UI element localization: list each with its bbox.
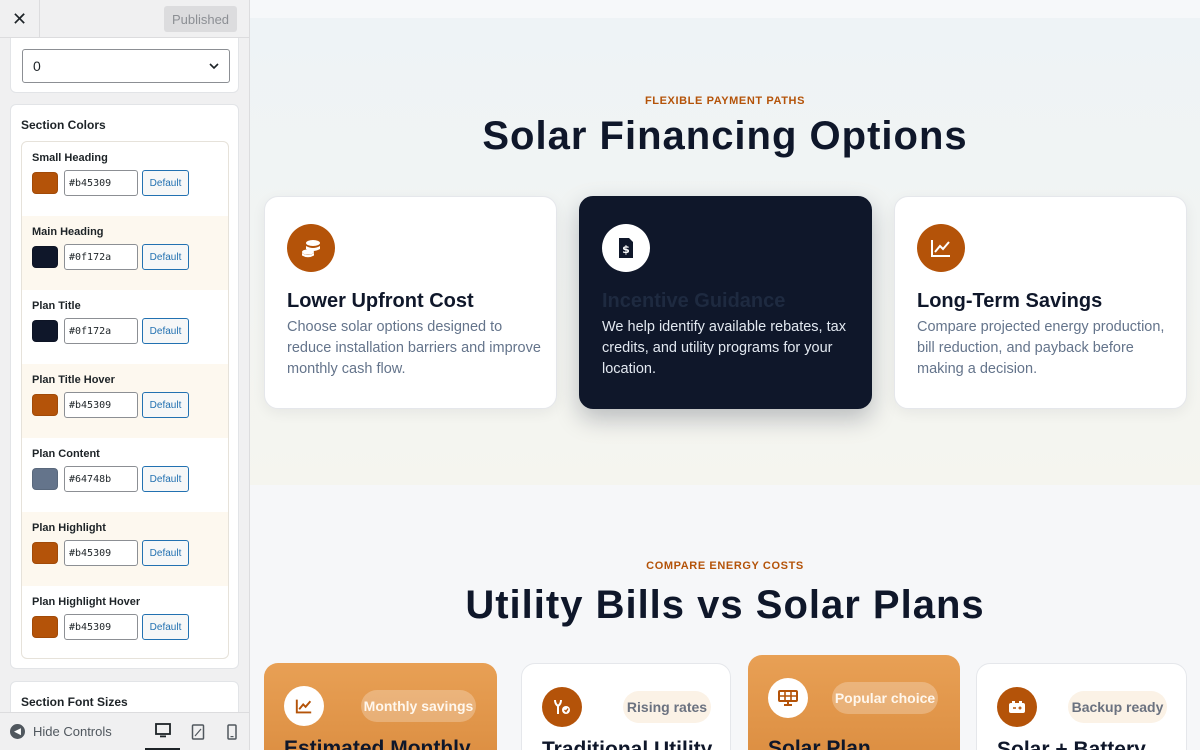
section-colors-title: Section Colors bbox=[21, 118, 106, 132]
feature-card-lower-upfront-cost[interactable]: Lower Upfront Cost Choose solar options … bbox=[264, 196, 557, 409]
hex-input[interactable]: #b45309 bbox=[64, 392, 138, 418]
color-label: Plan Highlight bbox=[32, 522, 106, 534]
sidebar-footer: ◀ Hide Controls bbox=[0, 712, 249, 750]
plan-title: Traditional Utility bbox=[542, 738, 713, 750]
mobile-preview-button[interactable] bbox=[214, 713, 249, 750]
hex-input[interactable]: #64748b bbox=[64, 466, 138, 492]
trend-chart-icon bbox=[917, 224, 965, 272]
small-heading: FLEXIBLE PAYMENT PATHS bbox=[644, 95, 806, 107]
main-heading: Solar Financing Options bbox=[482, 114, 968, 158]
coins-icon bbox=[287, 224, 335, 272]
plan-card-solar-plan[interactable]: Popular choice Solar Plan bbox=[748, 655, 960, 750]
plan-badge: Monthly savings bbox=[361, 690, 476, 722]
hide-controls-button[interactable]: ◀ Hide Controls bbox=[10, 724, 112, 739]
color-swatch[interactable] bbox=[32, 616, 58, 638]
tablet-icon bbox=[191, 724, 204, 740]
sidebar-header: ✕ Published bbox=[0, 0, 249, 38]
color-swatch[interactable] bbox=[32, 468, 58, 490]
plan-badge: Backup ready bbox=[1068, 691, 1167, 723]
published-button[interactable]: Published bbox=[164, 6, 237, 32]
plan-title: Estimated Monthly bbox=[284, 737, 471, 750]
select-value: 0 bbox=[33, 58, 41, 74]
plan-title: Lower Upfront Cost bbox=[287, 290, 474, 312]
plan-card-estimated-monthly[interactable]: Monthly savings Estimated Monthly bbox=[264, 663, 497, 750]
default-button[interactable]: Default bbox=[142, 614, 189, 640]
plan-title: Incentive Guidance bbox=[602, 290, 786, 312]
hex-input[interactable]: #0f172a bbox=[64, 318, 138, 344]
chevron-down-icon bbox=[209, 63, 219, 70]
section-colors-card: Section Colors Small Heading #b45309 Def… bbox=[10, 104, 239, 669]
plan-title: Solar + Battery bbox=[997, 738, 1146, 750]
plan-badge: Rising rates bbox=[623, 691, 711, 723]
solar-panel-icon bbox=[768, 678, 808, 718]
color-label: Main Heading bbox=[32, 226, 104, 238]
default-button[interactable]: Default bbox=[142, 392, 189, 418]
plan-title: Long-Term Savings bbox=[917, 290, 1103, 312]
color-settings-list: Small Heading #b45309 Default Main Headi… bbox=[21, 141, 229, 659]
plan-card-traditional-utility[interactable]: Rising rates Traditional Utility bbox=[521, 663, 731, 750]
desktop-icon bbox=[154, 723, 171, 738]
plan-card-solar-battery[interactable]: Backup ready Solar + Battery bbox=[976, 663, 1187, 750]
color-swatch[interactable] bbox=[32, 542, 58, 564]
color-row-plan-highlight-hover: Plan Highlight Hover #b45309 Default bbox=[22, 586, 228, 658]
hex-input[interactable]: #b45309 bbox=[64, 170, 138, 196]
color-row-small-heading: Small Heading #b45309 Default bbox=[22, 142, 228, 216]
main-heading: Utility Bills vs Solar Plans bbox=[465, 583, 985, 627]
quantity-select[interactable]: 0 bbox=[22, 49, 230, 83]
color-row-plan-highlight: Plan Highlight #b45309 Default bbox=[22, 512, 228, 586]
mobile-icon bbox=[226, 724, 237, 740]
svg-text:$: $ bbox=[622, 243, 630, 256]
desktop-preview-button[interactable] bbox=[145, 713, 180, 750]
default-button[interactable]: Default bbox=[142, 318, 189, 344]
default-button[interactable]: Default bbox=[142, 540, 189, 566]
color-label: Plan Highlight Hover bbox=[32, 596, 141, 608]
color-label: Plan Title bbox=[32, 300, 81, 312]
plan-title: Solar Plan bbox=[768, 737, 871, 750]
plan-content: Compare projected energy production, bil… bbox=[917, 319, 1165, 377]
plan-badge: Popular choice bbox=[832, 682, 938, 714]
color-label: Plan Title Hover bbox=[32, 374, 115, 386]
small-heading: COMPARE ENERGY COSTS bbox=[646, 560, 804, 572]
section-font-sizes-title: Section Font Sizes bbox=[21, 695, 128, 709]
hide-controls-label: Hide Controls bbox=[33, 724, 112, 739]
default-button[interactable]: Default bbox=[142, 170, 189, 196]
hex-input[interactable]: #b45309 bbox=[64, 540, 138, 566]
plan-content: Choose solar options designed to reduce … bbox=[287, 319, 541, 377]
financing-section: FLEXIBLE PAYMENT PATHS Solar Financing O… bbox=[250, 18, 1200, 485]
color-label: Plan Content bbox=[32, 448, 100, 460]
battery-icon bbox=[997, 687, 1037, 727]
dollar-document-icon: $ bbox=[602, 224, 650, 272]
trend-chart-icon bbox=[284, 686, 324, 726]
close-icon[interactable]: ✕ bbox=[0, 0, 40, 38]
tablet-preview-button[interactable] bbox=[180, 713, 215, 750]
default-button[interactable]: Default bbox=[142, 244, 189, 270]
color-swatch[interactable] bbox=[32, 394, 58, 416]
color-swatch[interactable] bbox=[32, 172, 58, 194]
color-swatch[interactable] bbox=[32, 320, 58, 342]
color-row-plan-title: Plan Title #0f172a Default bbox=[22, 290, 228, 364]
color-label: Small Heading bbox=[32, 152, 108, 164]
default-button[interactable]: Default bbox=[142, 466, 189, 492]
color-swatch[interactable] bbox=[32, 246, 58, 268]
compare-section: COMPARE ENERGY COSTS Utility Bills vs So… bbox=[250, 485, 1200, 750]
collapse-icon: ◀ bbox=[10, 724, 25, 739]
color-row-plan-content: Plan Content #64748b Default bbox=[22, 438, 228, 512]
rising-rates-icon bbox=[542, 687, 582, 727]
plan-content: We help identify available rebates, tax … bbox=[602, 319, 846, 377]
color-row-plan-title-hover: Plan Title Hover #b45309 Default bbox=[22, 364, 228, 438]
site-preview: FLEXIBLE PAYMENT PATHS Solar Financing O… bbox=[250, 0, 1200, 750]
hex-input[interactable]: #0f172a bbox=[64, 244, 138, 270]
color-row-main-heading: Main Heading #0f172a Default bbox=[22, 216, 228, 290]
feature-card-incentive-guidance[interactable]: $ Incentive Guidance We help identify av… bbox=[579, 196, 872, 409]
hex-input[interactable]: #b45309 bbox=[64, 614, 138, 640]
feature-card-long-term-savings[interactable]: Long-Term Savings Compare projected ener… bbox=[894, 196, 1187, 409]
customizer-sidebar: ✕ Published 0 Section Colors Small Headi… bbox=[0, 0, 250, 750]
